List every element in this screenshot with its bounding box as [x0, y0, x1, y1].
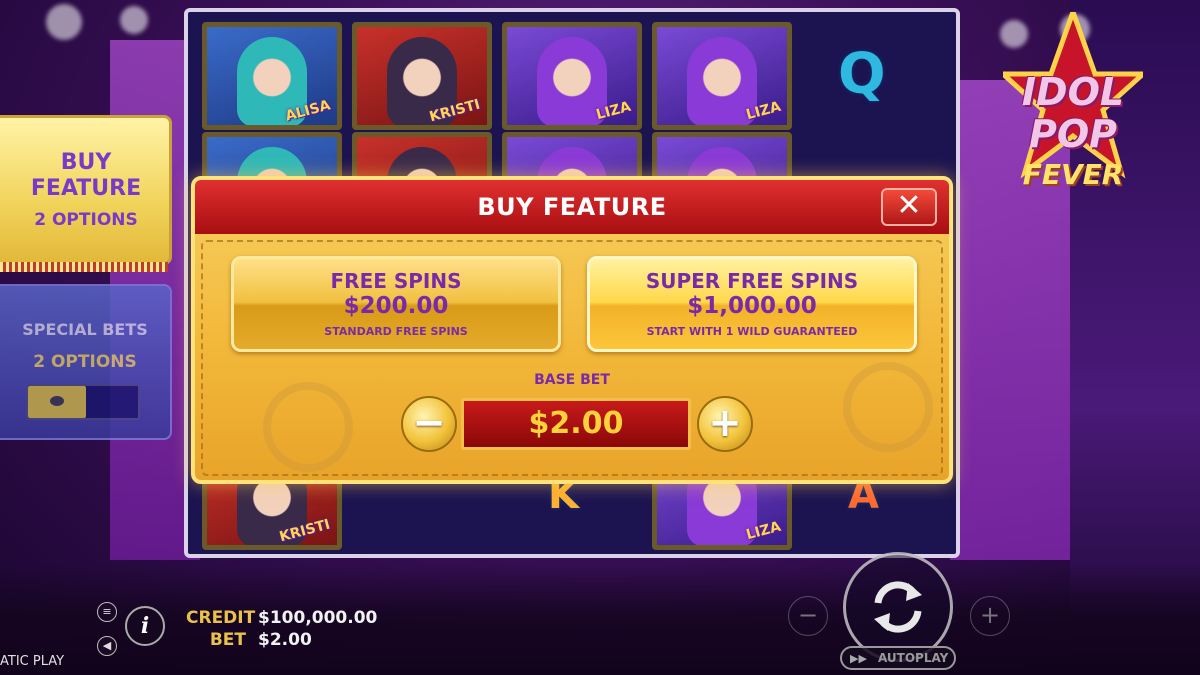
autoplay-icon: ▶▶ [850, 652, 867, 665]
stage-light [120, 6, 148, 34]
symbol-letter-q: Q [838, 42, 886, 107]
option-description: STANDARD FREE SPINS [324, 325, 468, 338]
logo-line-2: POP [1028, 112, 1117, 156]
special-bets-title: SPECIAL BETS [22, 320, 148, 339]
autoplay-label: AUTOPLAY [878, 651, 949, 665]
credit-value: $100,000.00 [258, 608, 378, 628]
menu-icon[interactable]: ≡ [97, 602, 117, 622]
bet-value: $2.00 [258, 630, 312, 650]
logo-line-1: IDOL [1021, 70, 1125, 114]
symbol-alisa: ALISA [202, 22, 342, 130]
bet-label: BET [209, 630, 246, 650]
toggle-knob-icon [28, 386, 86, 418]
symbol-liza: LIZA [502, 22, 642, 130]
base-bet-value: $2.00 [461, 398, 691, 450]
bet-plus-button[interactable]: + [970, 596, 1010, 636]
buy-feature-title: BUY FEATURE [30, 150, 142, 201]
spin-arrows-icon [874, 581, 922, 633]
credit-label: CREDIT [186, 608, 256, 628]
game-logo: IDOL POP FEVER [968, 12, 1178, 212]
stage-light [46, 4, 82, 40]
bet-minus-button[interactable]: − [788, 596, 828, 636]
special-bets-toggle[interactable] [26, 384, 140, 420]
special-bets-options: 2 OPTIONS [33, 352, 137, 372]
info-button[interactable]: i [125, 606, 165, 646]
buy-feature-options: 2 OPTIONS [34, 210, 138, 230]
buy-panel-stripe [0, 262, 168, 272]
option-name: SUPER FREE SPINS [645, 269, 859, 293]
buy-feature-panel[interactable]: BUY FEATURE 2 OPTIONS [0, 115, 172, 265]
free-spins-button[interactable]: FREE SPINS $200.00 STANDARD FREE SPINS [231, 256, 561, 352]
increase-bet-button[interactable]: + [697, 396, 753, 452]
symbol-kristi: KRISTI [352, 22, 492, 130]
super-free-spins-button[interactable]: SUPER FREE SPINS $1,000.00 START WITH 1 … [587, 256, 917, 352]
sound-icon[interactable]: ◀ [97, 636, 117, 656]
special-bets-panel[interactable]: SPECIAL BETS 2 OPTIONS [0, 284, 172, 440]
option-description: START WITH 1 WILD GUARANTEED [646, 325, 858, 338]
modal-title: BUY FEATURE [477, 193, 667, 221]
bottom-bar: ≡ ◀ i CREDIT $100,000.00 BET $2.00 ATIC … [0, 552, 1200, 675]
logo-line-3: FEVER [1022, 158, 1124, 191]
option-price: $1,000.00 [687, 293, 817, 319]
microphone-icon [263, 382, 353, 472]
option-name: FREE SPINS [330, 269, 462, 293]
buy-feature-modal: BUY FEATURE ✕ FREE SPINS $200.00 STANDAR… [191, 176, 953, 484]
brand-text: ATIC PLAY [0, 654, 65, 669]
autoplay-button[interactable]: ▶▶ AUTOPLAY [840, 646, 956, 670]
option-price: $200.00 [343, 293, 449, 319]
decrease-bet-button[interactable]: − [401, 396, 457, 452]
base-bet-label: BASE BET [534, 372, 610, 388]
symbol-liza: LIZA [652, 22, 792, 130]
close-button[interactable]: ✕ [881, 188, 937, 226]
modal-header: BUY FEATURE ✕ [195, 180, 949, 234]
